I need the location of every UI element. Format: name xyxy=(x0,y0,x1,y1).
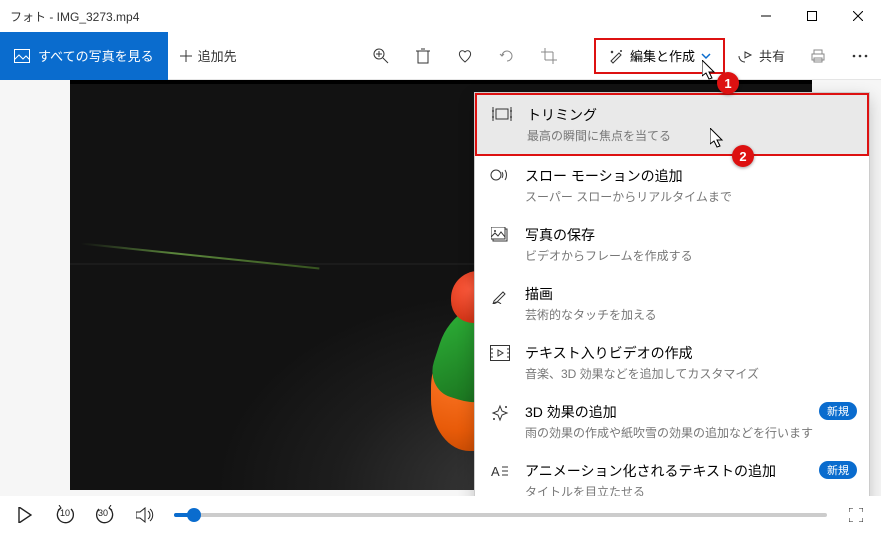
menu-item-title: トリミング xyxy=(527,105,671,125)
chevron-down-icon xyxy=(701,51,711,61)
ellipsis-icon xyxy=(852,54,868,58)
print-button[interactable] xyxy=(797,32,839,80)
photos-icon xyxy=(14,49,30,63)
skip-fwd-label: 30 xyxy=(98,508,108,518)
magic-icon xyxy=(608,48,624,64)
seek-bar[interactable] xyxy=(174,513,827,517)
menu-item-trim[interactable]: トリミング最高の瞬間に焦点を当てる xyxy=(475,93,869,156)
see-all-photos-button[interactable]: すべての写真を見る xyxy=(0,32,168,80)
skip-back-label: 10 xyxy=(60,508,70,518)
zoom-button[interactable] xyxy=(360,32,402,80)
edit-create-label: 編集と作成 xyxy=(630,46,695,65)
menu-item-title: 描画 xyxy=(525,284,657,304)
menu-item-title: 写真の保存 xyxy=(525,225,693,245)
heart-icon xyxy=(457,49,473,63)
save-photo-icon xyxy=(491,227,509,243)
menu-item-3d-effects[interactable]: 3D 効果の追加雨の効果の作成や紙吹雪の効果の追加などを行います 新規 xyxy=(475,392,869,451)
menu-item-desc: 音楽、3D 効果などを追加してカスタマイズ xyxy=(525,365,759,382)
share-icon xyxy=(737,49,753,63)
draw-icon xyxy=(491,286,509,304)
menu-item-desc: 雨の効果の作成や紙吹雪の効果の追加などを行います xyxy=(525,424,813,441)
menu-item-title: スロー モーションの追加 xyxy=(525,166,732,186)
callout-2: 2 xyxy=(732,145,754,167)
share-button[interactable]: 共有 xyxy=(725,32,797,80)
menu-item-text-video[interactable]: テキスト入りビデオの作成音楽、3D 効果などを追加してカスタマイズ xyxy=(475,333,869,392)
title-bar: フォト - IMG_3273.mp4 xyxy=(0,0,881,32)
toolbar: すべての写真を見る 追加先 編集と作成 共有 xyxy=(0,32,881,80)
delete-button[interactable] xyxy=(402,32,444,80)
menu-item-desc: 芸術的なタッチを加える xyxy=(525,306,657,323)
rotate-icon xyxy=(499,48,515,64)
rotate-button[interactable] xyxy=(486,32,528,80)
menu-item-title: テキスト入りビデオの作成 xyxy=(525,343,759,363)
crop-icon xyxy=(541,48,557,64)
menu-item-draw[interactable]: 描画芸術的なタッチを加える xyxy=(475,274,869,333)
player-bar: 10 30 xyxy=(0,496,881,534)
maximize-button[interactable] xyxy=(789,0,835,32)
close-button[interactable] xyxy=(835,0,881,32)
crop-button[interactable] xyxy=(528,32,570,80)
trim-icon xyxy=(492,107,512,121)
print-icon xyxy=(810,49,826,63)
more-button[interactable] xyxy=(839,32,881,80)
sparkle-icon xyxy=(491,404,509,422)
minimize-button[interactable] xyxy=(743,0,789,32)
trash-icon xyxy=(416,48,430,64)
volume-button[interactable] xyxy=(134,504,156,526)
see-all-photos-label: すべての写真を見る xyxy=(38,46,154,65)
add-to-label: 追加先 xyxy=(198,46,237,65)
text-video-icon xyxy=(490,345,510,361)
skip-forward-button[interactable]: 30 xyxy=(94,504,116,526)
menu-item-title: 3D 効果の追加 xyxy=(525,402,813,422)
zoom-icon xyxy=(373,48,389,64)
fullscreen-button[interactable] xyxy=(845,504,867,526)
menu-item-desc: スーパー スローからリアルタイムまで xyxy=(525,188,732,205)
new-badge: 新規 xyxy=(819,402,857,420)
callout-1: 1 xyxy=(717,72,739,94)
share-label: 共有 xyxy=(759,46,785,65)
edit-create-button[interactable]: 編集と作成 xyxy=(594,38,725,74)
menu-item-desc: 最高の瞬間に焦点を当てる xyxy=(527,127,671,144)
menu-item-slowmo[interactable]: スロー モーションの追加スーパー スローからリアルタイムまで xyxy=(475,156,869,215)
menu-item-title: アニメーション化されるテキストの追加 xyxy=(525,461,776,481)
menu-item-save-photo[interactable]: 写真の保存ビデオからフレームを作成する xyxy=(475,215,869,274)
menu-item-desc: ビデオからフレームを作成する xyxy=(525,247,693,264)
add-to-button[interactable]: 追加先 xyxy=(168,32,249,80)
play-button[interactable] xyxy=(14,504,36,526)
svg-text:A: A xyxy=(491,464,500,479)
edit-create-menu: トリミング最高の瞬間に焦点を当てる スロー モーションの追加スーパー スローから… xyxy=(474,92,870,511)
slowmo-icon xyxy=(490,168,510,182)
seek-knob[interactable] xyxy=(187,508,201,522)
favorite-button[interactable] xyxy=(444,32,486,80)
window-title: フォト - IMG_3273.mp4 xyxy=(0,8,743,25)
skip-back-button[interactable]: 10 xyxy=(54,504,76,526)
plus-icon xyxy=(180,50,192,62)
new-badge: 新規 xyxy=(819,461,857,479)
animated-text-icon: A xyxy=(491,463,509,479)
